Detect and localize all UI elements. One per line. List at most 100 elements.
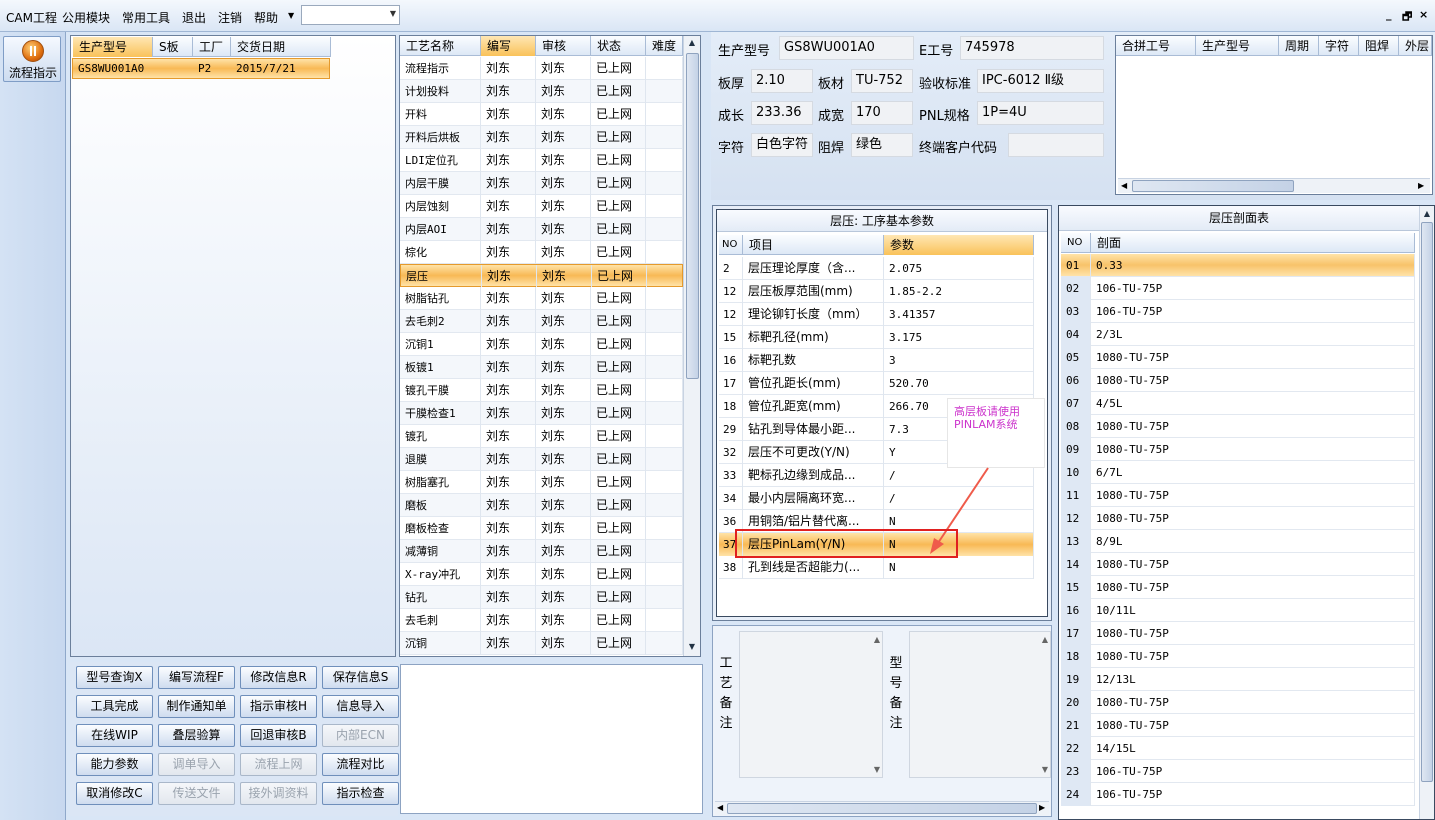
process-row[interactable]: 流程指示 刘东 刘东 已上网 [400, 57, 683, 80]
field-thickness[interactable]: 2.10 [751, 69, 813, 93]
stack-row[interactable]: 04 2/3L [1061, 323, 1415, 346]
scroll-down-icon[interactable]: ▼ [1042, 765, 1048, 774]
col-difficulty[interactable]: 难度 [646, 36, 683, 56]
stack-row[interactable]: 21 1080-TU-75P [1061, 714, 1415, 737]
action-button[interactable]: 取消修改C [76, 782, 153, 805]
stack-row[interactable]: 01 0.33 [1061, 254, 1415, 277]
stack-row[interactable]: 03 106-TU-75P [1061, 300, 1415, 323]
scroll-left-icon[interactable]: ◀ [717, 803, 723, 812]
parts-row[interactable]: GS8WU001A0 P2 2015/7/21 [72, 58, 330, 79]
field-char[interactable]: 白色字符 [751, 133, 813, 157]
col-prod-model[interactable]: 生产型号 [73, 37, 153, 57]
stack-row[interactable]: 07 4/5L [1061, 392, 1415, 415]
scroll-left-icon[interactable]: ◀ [1121, 181, 1127, 190]
chevron-down-icon[interactable]: ▼ [390, 9, 396, 18]
menu-common-tools[interactable]: 常用工具 [122, 9, 170, 26]
action-button[interactable]: 调单导入 [158, 753, 235, 776]
param-row[interactable]: 15 标靶孔径(mm) 3.175 [719, 326, 1034, 349]
stack-row[interactable]: 16 10/11L [1061, 599, 1415, 622]
col-process-name[interactable]: 工艺名称 [400, 36, 481, 56]
process-row[interactable]: 去毛刺 刘东 刘东 已上网 [400, 609, 683, 632]
stack-row[interactable]: 17 1080-TU-75P [1061, 622, 1415, 645]
process-row[interactable]: 树脂塞孔 刘东 刘东 已上网 [400, 471, 683, 494]
process-row[interactable]: 镀孔 刘东 刘东 已上网 [400, 425, 683, 448]
stack-scrollbar[interactable]: ▲ [1419, 206, 1434, 819]
menu-exit[interactable]: 退出 [182, 9, 206, 26]
scroll-up-icon[interactable]: ▲ [684, 38, 700, 47]
field-length[interactable]: 233.36 [751, 101, 813, 125]
process-row[interactable]: 内层干膜 刘东 刘东 已上网 [400, 172, 683, 195]
stack-row[interactable]: 11 1080-TU-75P [1061, 484, 1415, 507]
scroll-up-icon[interactable]: ▲ [874, 635, 880, 644]
process-row[interactable]: 去毛刺2 刘东 刘东 已上网 [400, 310, 683, 333]
process-row[interactable]: 内层AOI 刘东 刘东 已上网 [400, 218, 683, 241]
process-row[interactable]: 沉铜 刘东 刘东 已上网 [400, 632, 683, 655]
field-prod-model[interactable]: GS8WU001A0 [779, 36, 914, 60]
process-row[interactable]: 开料 刘东 刘东 已上网 [400, 103, 683, 126]
process-row[interactable]: 钻孔 刘东 刘东 已上网 [400, 586, 683, 609]
stack-row[interactable]: 06 1080-TU-75P [1061, 369, 1415, 392]
process-scrollbar[interactable]: ▲ ▼ [683, 36, 700, 656]
param-row[interactable]: 17 管位孔距长(mm) 520.70 [719, 372, 1034, 395]
process-notes-field[interactable]: ▲ ▼ [739, 631, 883, 778]
action-button[interactable]: 传送文件 [158, 782, 235, 805]
col-param[interactable]: 参数 [884, 235, 1034, 255]
col-reviewer[interactable]: 审核 [536, 36, 591, 56]
process-row[interactable]: X-ray冲孔 刘东 刘东 已上网 [400, 563, 683, 586]
scroll-up-icon[interactable]: ▲ [1042, 635, 1048, 644]
field-mask[interactable]: 绿色 [851, 133, 913, 157]
col-factory[interactable]: 工厂 [193, 37, 231, 57]
menu-help[interactable]: 帮助 [254, 9, 278, 26]
process-row[interactable]: 开料后烘板 刘东 刘东 已上网 [400, 126, 683, 149]
action-button[interactable]: 能力参数 [76, 753, 153, 776]
col-author[interactable]: 编写 [481, 36, 536, 56]
col-section[interactable]: 剖面 [1091, 233, 1415, 253]
scroll-right-icon[interactable]: ▶ [1039, 803, 1045, 812]
action-button[interactable]: 流程上网 [240, 753, 317, 776]
action-button[interactable]: 接外调资料 [240, 782, 317, 805]
param-row[interactable]: 12 理论铆钉长度（mm） 3.41357 [719, 303, 1034, 326]
menu-cam[interactable]: CAM工程 [6, 9, 57, 26]
col-delivery-date[interactable]: 交货日期 [231, 37, 331, 57]
close-button[interactable]: × [1419, 8, 1428, 21]
field-e-no[interactable]: 745978 [960, 36, 1104, 60]
col-stack-no[interactable]: NO [1061, 233, 1091, 253]
process-row[interactable]: 镀孔干膜 刘东 刘东 已上网 [400, 379, 683, 402]
process-row[interactable]: 干膜检查1 刘东 刘东 已上网 [400, 402, 683, 425]
scroll-up-icon[interactable]: ▲ [1420, 209, 1434, 218]
flow-indicator-button[interactable]: 流程指示 [3, 36, 61, 82]
field-width[interactable]: 170 [851, 101, 913, 125]
col-item[interactable]: 项目 [743, 235, 884, 255]
process-row[interactable]: 减薄铜 刘东 刘东 已上网 [400, 540, 683, 563]
process-row[interactable]: 磨板检查 刘东 刘东 已上网 [400, 517, 683, 540]
process-row[interactable]: 树脂钻孔 刘东 刘东 已上网 [400, 287, 683, 310]
param-row[interactable]: 12 层压板厚范围(mm) 1.85-2.2 [719, 280, 1034, 303]
process-row[interactable]: 内层蚀刻 刘东 刘东 已上网 [400, 195, 683, 218]
process-row[interactable]: 沉铜1 刘东 刘东 已上网 [400, 333, 683, 356]
field-accept[interactable]: IPC-6012 Ⅱ级 [977, 69, 1104, 93]
hscroll-thumb[interactable] [727, 803, 1037, 814]
stack-row[interactable]: 20 1080-TU-75P [1061, 691, 1415, 714]
action-button[interactable]: 流程对比 [322, 753, 399, 776]
action-button[interactable]: 指示审核H [240, 695, 317, 718]
col-merge-period[interactable]: 周期 [1279, 36, 1319, 56]
stack-row[interactable]: 10 6/7L [1061, 461, 1415, 484]
param-row[interactable]: 2 层压理论厚度（含... 2.075 [719, 257, 1034, 280]
process-row[interactable]: 磨板 刘东 刘东 已上网 [400, 494, 683, 517]
process-row[interactable]: 板镀1 刘东 刘东 已上网 [400, 356, 683, 379]
stack-row[interactable]: 08 1080-TU-75P [1061, 415, 1415, 438]
action-button[interactable]: 内部ECN [322, 724, 399, 747]
scroll-down-icon[interactable]: ▼ [684, 642, 700, 651]
process-row[interactable]: 计划投料 刘东 刘东 已上网 [400, 80, 683, 103]
field-customer[interactable] [1008, 133, 1104, 157]
stack-row[interactable]: 02 106-TU-75P [1061, 277, 1415, 300]
menu-common-module[interactable]: 公用模块 [62, 9, 110, 26]
scroll-thumb[interactable] [1421, 222, 1433, 782]
action-button[interactable]: 指示检查 [322, 782, 399, 805]
action-button[interactable]: 在线WIP [76, 724, 153, 747]
stack-row[interactable]: 05 1080-TU-75P [1061, 346, 1415, 369]
field-material[interactable]: TU-752 [851, 69, 913, 93]
col-merge-no[interactable]: 合拼工号 [1116, 36, 1196, 56]
col-merge-mask[interactable]: 阻焊 [1359, 36, 1399, 56]
col-merge-model[interactable]: 生产型号 [1196, 36, 1279, 56]
